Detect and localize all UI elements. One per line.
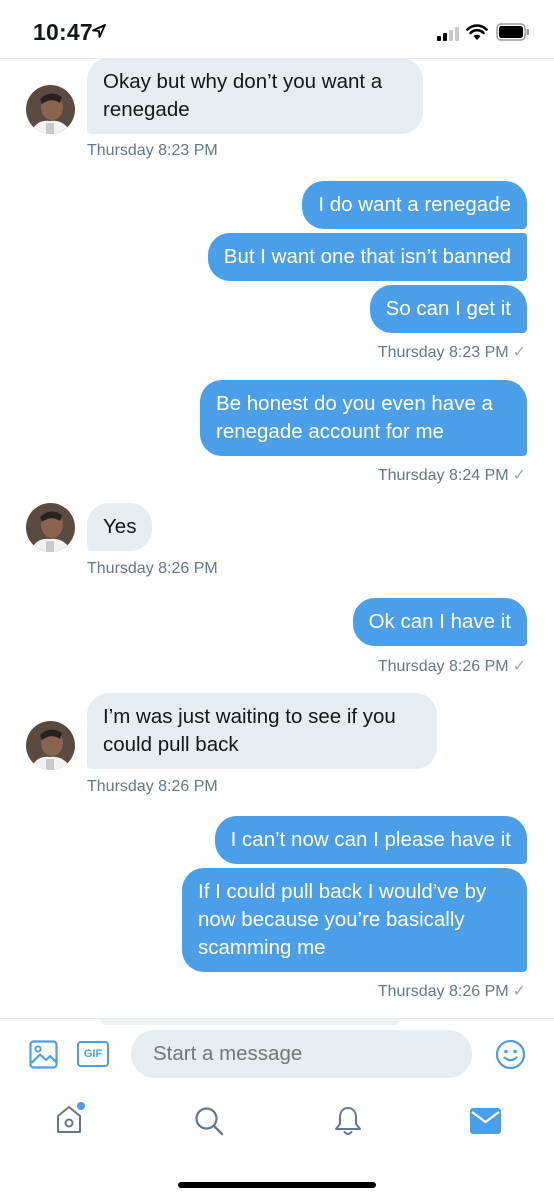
avatar[interactable] (26, 503, 75, 552)
message-timestamp: Thursday 8:26 PM ✓ (378, 981, 526, 1001)
message-text: But I want one that isn’t banned (223, 245, 511, 268)
timestamp-text: Thursday 8:26 PM (377, 658, 509, 675)
message-text: Okay but why don’t you want a renegade (103, 70, 383, 121)
incoming-message[interactable]: Yes (87, 503, 153, 551)
outgoing-message[interactable]: If I could pull back I would’ve by now b… (182, 868, 527, 972)
message-text: Yes (103, 515, 137, 538)
avatar-image (26, 85, 75, 134)
cellular-signal-icon (437, 27, 459, 41)
status-bar: 10:47 (0, 0, 554, 62)
status-time: 10:47 (33, 19, 93, 45)
notification-dot (77, 1102, 85, 1110)
message-timestamp: Thursday 8:26 PM (87, 560, 218, 577)
read-receipt-icon: ✓ (512, 344, 526, 361)
read-receipt-icon: ✓ (512, 983, 526, 1000)
avatar[interactable] (26, 721, 75, 770)
search-icon[interactable] (194, 1106, 224, 1136)
message-text: Be honest do you even have a renegade ac… (216, 392, 493, 443)
location-arrow-icon (92, 24, 106, 38)
incoming-message[interactable]: I’m was just waiting to see if you could… (87, 693, 437, 769)
incoming-message[interactable]: Okay but why don’t you want a renegade (87, 58, 423, 134)
outgoing-message[interactable]: I can’t now can I please have it (214, 816, 527, 864)
messages-icon[interactable] (470, 1108, 501, 1134)
message-timestamp: Thursday 8:26 PM ✓ (378, 656, 526, 676)
scroll-edge (100, 1019, 400, 1025)
emoji-icon[interactable] (495, 1039, 526, 1070)
timestamp-text: Thursday 8:23 PM (377, 344, 509, 361)
image-icon[interactable] (29, 1040, 58, 1069)
timestamp-text: Thursday 8:26 PM (377, 983, 509, 1000)
timestamp-text: Thursday 8:24 PM (377, 467, 509, 484)
outgoing-message[interactable]: But I want one that isn’t banned (207, 233, 527, 281)
read-receipt-icon: ✓ (512, 658, 526, 675)
battery-icon (496, 23, 529, 41)
home-indicator (178, 1182, 376, 1188)
avatar-image (26, 721, 75, 770)
message-text: I do want a renegade (318, 193, 511, 216)
avatar[interactable] (26, 85, 75, 134)
outgoing-message[interactable]: I do want a renegade (302, 181, 527, 229)
message-input[interactable] (131, 1030, 472, 1078)
notifications-icon[interactable] (333, 1105, 363, 1137)
outgoing-message[interactable]: Ok can I have it (352, 598, 527, 646)
message-text: I can’t now can I please have it (230, 828, 511, 851)
message-text: If I could pull back I would’ve by now b… (198, 880, 487, 959)
outgoing-message[interactable]: Be honest do you even have a renegade ac… (200, 380, 527, 456)
message-timestamp: Thursday 8:23 PM ✓ (378, 342, 526, 362)
message-text: Ok can I have it (368, 610, 511, 633)
read-receipt-icon: ✓ (512, 467, 526, 484)
message-timestamp: Thursday 8:23 PM (87, 142, 218, 159)
message-text: I’m was just waiting to see if you could… (103, 705, 396, 756)
message-timestamp: Thursday 8:24 PM ✓ (378, 465, 526, 485)
message-text: So can I get it (385, 297, 511, 320)
gif-button[interactable]: GIF (77, 1041, 109, 1067)
message-timestamp: Thursday 8:26 PM (87, 778, 218, 795)
avatar-image (26, 503, 75, 552)
wifi-icon (466, 24, 488, 40)
outgoing-message[interactable]: So can I get it (369, 285, 527, 333)
